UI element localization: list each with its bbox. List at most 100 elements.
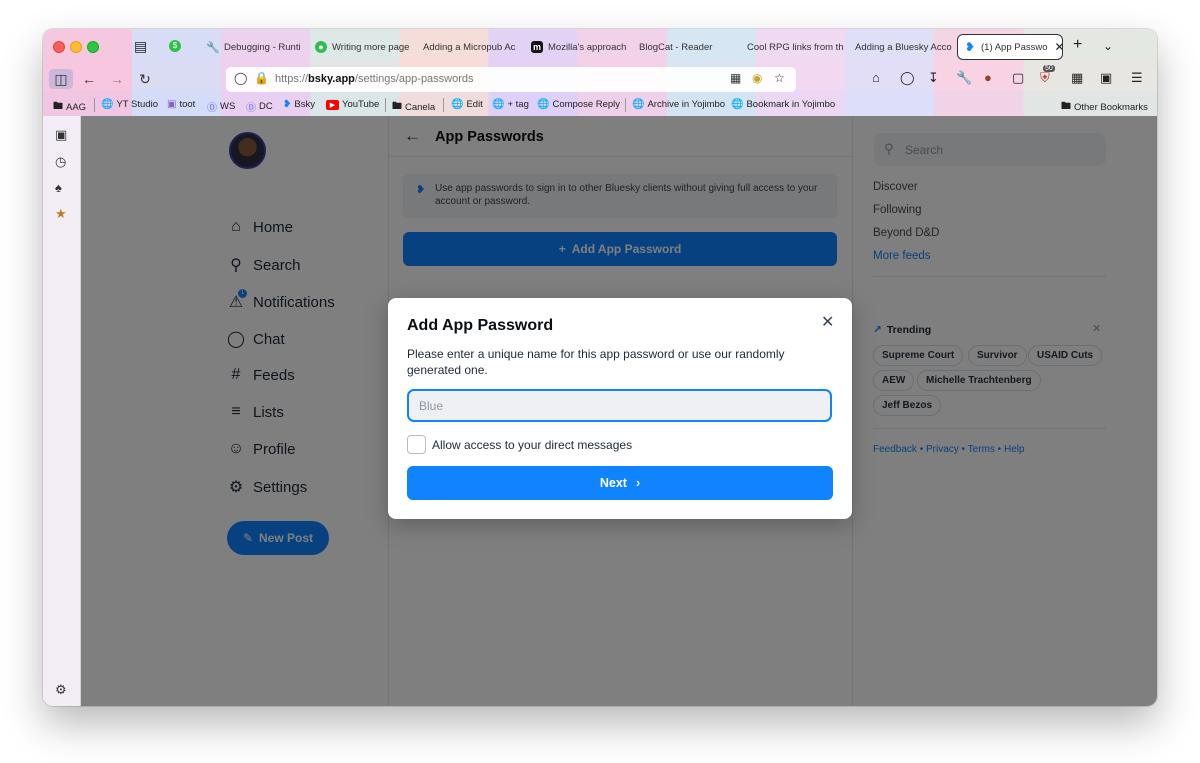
gamepad-icon: ●	[315, 41, 327, 53]
bookmark-folder-canela[interactable]: 🖿 Canela	[392, 99, 435, 116]
globe-icon: 🌐	[492, 99, 505, 110]
tab-title: Mozilla's approach	[548, 41, 627, 53]
bookmark-folder-other[interactable]: 🖿 Other Bookmarks	[1061, 99, 1148, 116]
wrench-icon: 🔧	[206, 41, 220, 54]
bookmark-toot[interactable]: ▣ toot	[167, 99, 195, 110]
tab-list-chevron-icon[interactable]: ⌄	[1103, 39, 1113, 53]
tab-debugging[interactable]: 🔧 Debugging - Runti	[201, 34, 305, 60]
globe-icon: 🌐	[101, 99, 114, 110]
bookmark-edit[interactable]: 🌐 Edit	[451, 99, 483, 110]
tab-app-passwords[interactable]: ❥ (1) App Passwo ✕	[957, 34, 1063, 60]
bluesky-butterfly-icon: ❥	[964, 40, 976, 54]
bookmarks-bar: 🖿 AAG 🌐 YT Studio ▣ toot Ⓓ WS Ⓓ DC ❥ Bsky ▶ You…	[43, 95, 1157, 116]
wrench-toolbar-icon[interactable]: 🔧	[956, 70, 972, 86]
tab-close-icon[interactable]: ✕	[1055, 40, 1062, 54]
bookmark-youtube[interactable]: ▶ YouTube	[326, 99, 379, 110]
folder-icon: 🖿	[392, 101, 402, 112]
sidebar-settings-gear-icon[interactable]: ⚙	[55, 682, 67, 698]
tab-title: BlogCat - Reader	[639, 41, 713, 53]
grid-apps-icon[interactable]: ▦	[1071, 70, 1083, 86]
nav-bar: ◫ ← → ↻ ◯ 🔒 https://bsky.app/settings/ap…	[43, 65, 1157, 93]
close-icon[interactable]: ✕	[821, 312, 834, 332]
synced-tabs-icon[interactable]: ▣	[55, 127, 67, 143]
ublock-shield-icon[interactable]: ⛨	[1040, 70, 1050, 86]
dialog-description: Please enter a unique name for this app …	[407, 347, 785, 377]
back-button[interactable]: ←	[81, 69, 97, 89]
shield-icon[interactable]: ◯	[234, 71, 247, 85]
minimize-window-button[interactable]	[70, 41, 82, 53]
app-password-name-input[interactable]	[407, 389, 832, 422]
sidebar-toggle-button[interactable]: ◫	[49, 69, 73, 89]
folder-icon: 🖿	[1061, 101, 1071, 112]
youtube-icon: ▶	[326, 99, 339, 110]
tab-title: Writing more page	[332, 41, 410, 53]
globe-icon: 🌐	[451, 99, 464, 110]
add-app-password-dialog: Add App Password ✕ Please enter a unique…	[388, 298, 852, 519]
extension-badge: 50	[1043, 65, 1055, 72]
lock-icon[interactable]: 🔒	[254, 71, 269, 85]
new-tab-button[interactable]: +	[1073, 36, 1082, 54]
bookmark-separator	[625, 98, 626, 112]
bookmark-archive-yojimbo[interactable]: 🌐 Archive in Yojimbo	[632, 99, 725, 110]
dialog-title: Add App Password	[407, 317, 554, 334]
extensions-puzzle-icon[interactable]: ▢	[1012, 70, 1024, 86]
m-logo-icon: m	[531, 41, 543, 53]
home-toolbar-icon[interactable]: ⌂	[872, 70, 880, 85]
folder-icon: 🖿	[53, 101, 63, 112]
globe-icon: 🌐	[537, 99, 550, 110]
downloads-icon[interactable]: ↧	[928, 70, 939, 86]
tab-overview-icon[interactable]: ▤	[134, 38, 147, 55]
bookmark-tag[interactable]: 🌐 + tag	[492, 99, 529, 110]
next-button[interactable]: Next ›	[407, 466, 833, 500]
screenshot-icon[interactable]: ▣	[1100, 70, 1112, 86]
pinned-tab-icon[interactable]: $	[169, 40, 181, 52]
bookmark-yt-studio[interactable]: 🌐 YT Studio	[101, 99, 158, 110]
close-window-button[interactable]	[53, 41, 65, 53]
qr-code-icon[interactable]: ▦	[730, 71, 741, 85]
dm-access-checkbox[interactable]	[407, 435, 426, 454]
chevron-right-icon: ›	[635, 476, 641, 490]
extension-coin-icon[interactable]: ◉	[752, 71, 762, 85]
bookmark-folder-aag[interactable]: 🖿 AAG	[53, 99, 86, 116]
bookmark-star-icon[interactable]: ☆	[774, 71, 785, 85]
tab-title: Cool RPG links from th	[747, 41, 844, 53]
bookmark-compose-reply[interactable]: 🌐 Compose Reply	[537, 99, 620, 110]
forward-button[interactable]: →	[109, 69, 125, 89]
tab-micropub[interactable]: Adding a Micropub Ac	[417, 34, 521, 60]
maximize-window-button[interactable]	[87, 41, 99, 53]
mastodon-icon: Ⓓ	[246, 103, 256, 114]
bookmark-separator	[94, 98, 95, 112]
toot-icon: ▣	[167, 99, 177, 110]
hamburger-menu-icon[interactable]: ☰	[1131, 70, 1143, 86]
address-bar[interactable]: ◯ 🔒 https://bsky.app/settings/app-passwo…	[226, 67, 796, 92]
bookmark-separator	[385, 98, 386, 112]
globe-icon: 🌐	[632, 99, 645, 110]
bookmark-dc[interactable]: Ⓓ DC	[246, 99, 273, 114]
history-clock-icon[interactable]: ◷	[55, 154, 66, 170]
globe-icon: 🌐	[731, 99, 744, 110]
tab-writing-more-page[interactable]: ● Writing more page	[309, 34, 413, 60]
tab-rpg-links[interactable]: Cool RPG links from th	[741, 34, 845, 60]
bookmark-bookmark-yojimbo[interactable]: 🌐 Bookmark in Yojimbo	[731, 99, 835, 110]
url-text[interactable]: https://bsky.app/settings/app-passwords	[275, 73, 474, 85]
dm-access-label[interactable]: Allow access to your direct messages	[432, 438, 632, 452]
tab-title: Debugging - Runti	[224, 41, 301, 53]
mastodon-icon: Ⓓ	[207, 103, 217, 114]
tab-blogcat[interactable]: BlogCat - Reader	[633, 34, 737, 60]
tab-title: (1) App Passwo	[981, 41, 1048, 53]
reload-button[interactable]: ↻	[137, 69, 153, 89]
browser-window: ▤ $ 🔧 Debugging - Runti ● Writing more p…	[43, 29, 1157, 706]
pocket-icon[interactable]: ◯	[900, 70, 915, 86]
reader-extension-icon[interactable]: ♠	[55, 180, 62, 195]
browser-sidebar: ▣ ◷ ♠ ★ ⚙	[43, 116, 81, 706]
tab-mozilla[interactable]: m Mozilla's approach	[525, 34, 629, 60]
tab-bar: ▤ $ 🔧 Debugging - Runti ● Writing more p…	[43, 29, 1157, 65]
tab-title: Adding a Micropub Ac	[423, 41, 516, 53]
bookmark-separator	[443, 98, 444, 112]
fox-extension-icon[interactable]: ★	[55, 206, 67, 222]
tab-bluesky-account[interactable]: Adding a Bluesky Acco	[849, 34, 953, 60]
bookmark-bsky[interactable]: ❥ Bsky	[283, 99, 315, 110]
profile-avatar-icon[interactable]: ●	[984, 70, 992, 85]
tab-title: Adding a Bluesky Acco	[855, 41, 952, 53]
bookmark-ws[interactable]: Ⓓ WS	[207, 99, 235, 114]
